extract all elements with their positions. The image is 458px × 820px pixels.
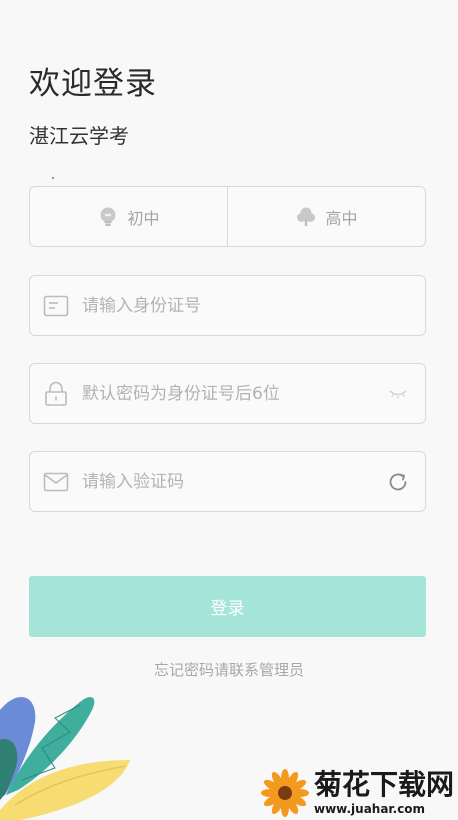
captcha-field [29, 451, 426, 512]
password-field [29, 363, 426, 424]
level-option-label: 初中 [127, 208, 160, 228]
watermark-name: 菊花下载网 [313, 768, 454, 801]
bulb-icon [97, 206, 119, 228]
leaf-decoration [0, 696, 130, 820]
level-option-label: 高中 [325, 208, 358, 228]
captcha-input[interactable] [82, 452, 385, 511]
school-level-selector: 初中 高中 [29, 186, 426, 247]
id-number-field [29, 275, 426, 336]
password-input[interactable] [82, 364, 385, 423]
refresh-icon[interactable] [385, 469, 411, 495]
eye-closed-icon[interactable] [385, 381, 411, 407]
page-title: 欢迎登录 [29, 66, 157, 102]
decorative-dot [52, 177, 54, 179]
lock-icon [43, 381, 69, 407]
tree-icon [295, 206, 317, 228]
site-watermark: 菊花下载网 www.juahar.com [260, 768, 454, 818]
watermark-url: www.juahar.com [313, 802, 426, 816]
forgot-password-hint: 忘记密码请联系管理员 [153, 661, 304, 679]
flower-logo-icon [260, 769, 309, 817]
app-subtitle: 湛江云学考 [29, 124, 129, 148]
level-option-junior[interactable]: 初中 [30, 187, 227, 246]
envelope-icon [43, 469, 69, 495]
level-option-senior[interactable]: 高中 [227, 187, 425, 246]
id-number-input[interactable] [82, 276, 425, 335]
id-card-icon [43, 293, 69, 319]
login-button[interactable]: 登录 [29, 576, 426, 637]
